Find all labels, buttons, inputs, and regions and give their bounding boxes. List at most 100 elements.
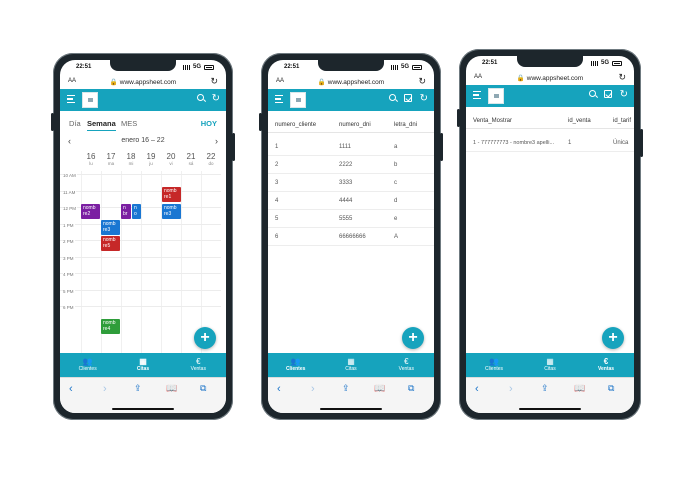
url-text[interactable]: 🔒 www.appsheet.com: [60, 78, 226, 86]
table-row[interactable]: 1 1111 a: [268, 139, 434, 156]
calendar-event[interactable]: nomb re2: [81, 204, 100, 219]
table-row[interactable]: 3 3333 c: [268, 175, 434, 192]
hour-label: 12 PM: [63, 206, 78, 211]
nav-ventas[interactable]: € Ventas: [578, 353, 634, 377]
select-check-icon[interactable]: [404, 94, 412, 105]
calendar-event[interactable]: nomb re3: [162, 204, 181, 219]
table-header: Venta_Mostrar id_venta id_tarif: [466, 113, 634, 129]
calendar-event[interactable]: no: [132, 204, 141, 219]
forward-icon[interactable]: ›: [509, 383, 513, 395]
share-icon[interactable]: ⇪: [342, 383, 350, 394]
phone-side-button: [457, 109, 460, 127]
nav-ventas[interactable]: € Ventas: [171, 353, 226, 377]
nav-clientes[interactable]: 👥 Clientes: [268, 353, 323, 377]
calendar-event[interactable]: nomb re5: [101, 236, 120, 251]
add-button[interactable]: +: [194, 327, 216, 349]
day-header[interactable]: 21 sá: [181, 152, 201, 170]
table-row[interactable]: 6 66666666 A: [268, 229, 434, 246]
tabs-icon[interactable]: ⧉: [408, 383, 414, 394]
browser-url-bar[interactable]: AA 🔒 www.appsheet.com ↻: [268, 75, 434, 89]
reload-icon[interactable]: ↻: [210, 76, 218, 87]
day-header[interactable]: 18 mi: [121, 152, 141, 170]
forward-icon[interactable]: ›: [311, 383, 315, 395]
app-logo: [82, 92, 98, 108]
hour-label: 4 PM: [63, 272, 75, 277]
nav-citas[interactable]: ▦ Citas: [522, 353, 578, 377]
forward-icon[interactable]: ›: [103, 383, 107, 395]
nav-clientes[interactable]: 👥 Clientes: [466, 353, 522, 377]
search-icon[interactable]: [589, 90, 596, 100]
phone-side-button: [640, 129, 643, 157]
bookmarks-icon[interactable]: 📖: [166, 383, 177, 394]
tab-mes[interactable]: MES: [121, 119, 137, 128]
phone-notch: [517, 56, 583, 67]
add-button[interactable]: +: [402, 327, 424, 349]
chevron-right-icon[interactable]: ›: [215, 136, 218, 146]
calendar-event[interactable]: nomb re3: [101, 220, 120, 235]
url-text[interactable]: 🔒 www.appsheet.com: [466, 74, 634, 82]
tabs-icon[interactable]: ⧉: [200, 383, 206, 394]
search-icon[interactable]: [389, 94, 396, 104]
chevron-left-icon[interactable]: ‹: [68, 136, 71, 146]
table-row[interactable]: 1 - 777777773 - nombre3 apelli... 1 Única: [466, 135, 634, 152]
tab-semana[interactable]: Semana: [87, 119, 116, 131]
column-header[interactable]: id_tarif: [613, 118, 631, 124]
bottom-nav: 👥 Clientes ▦ Citas € Ventas: [466, 353, 634, 377]
sync-icon[interactable]: ↻: [212, 94, 220, 104]
euro-icon: €: [404, 357, 409, 366]
network-label: 5G: [192, 64, 201, 70]
column-header[interactable]: Venta_Mostrar: [473, 118, 512, 124]
day-header[interactable]: 16 lu: [81, 152, 101, 170]
back-icon[interactable]: ‹: [69, 383, 73, 395]
add-button[interactable]: +: [602, 327, 624, 349]
back-icon[interactable]: ‹: [277, 383, 281, 395]
bookmarks-icon[interactable]: 📖: [574, 383, 585, 394]
nav-citas[interactable]: ▦ Citas: [115, 353, 170, 377]
app-logo: [290, 92, 306, 108]
calendar-icon: ▦: [139, 357, 147, 366]
week-time-grid[interactable]: 10 AM 11 AM 12 PM 1 PM 2 PM 3 PM 4 PM 5 …: [60, 171, 221, 353]
hamburger-menu-icon[interactable]: [67, 95, 75, 104]
hamburger-menu-icon[interactable]: [473, 91, 481, 100]
column-header[interactable]: letra_dni: [394, 122, 417, 128]
nav-clientes[interactable]: 👥 Clientes: [60, 353, 115, 377]
sync-icon[interactable]: ↻: [420, 94, 428, 104]
calendar-event[interactable]: n br: [121, 204, 131, 219]
column-header[interactable]: numero_cliente: [275, 122, 316, 128]
signal-icon: [590, 60, 598, 66]
back-icon[interactable]: ‹: [475, 383, 479, 395]
table-row[interactable]: 2 2222 b: [268, 157, 434, 174]
phone-notch: [318, 60, 384, 71]
calendar-range-nav: ‹ enero 16 – 22 ›: [60, 136, 226, 147]
table-row[interactable]: 5 5555 e: [268, 211, 434, 228]
column-header[interactable]: numero_dni: [339, 122, 371, 128]
reload-icon[interactable]: ↻: [618, 72, 626, 83]
browser-url-bar[interactable]: AA 🔒 www.appsheet.com ↻: [60, 75, 226, 89]
day-header[interactable]: 22 do: [201, 152, 221, 170]
url-text[interactable]: 🔒 www.appsheet.com: [268, 78, 434, 86]
calendar-event[interactable]: nomb re4: [101, 319, 120, 334]
sync-icon[interactable]: ↻: [620, 90, 628, 100]
today-button[interactable]: HOY: [201, 119, 217, 128]
tabs-icon[interactable]: ⧉: [608, 383, 614, 394]
search-icon[interactable]: [197, 94, 204, 104]
share-icon[interactable]: ⇪: [134, 383, 142, 394]
calendar-event[interactable]: nomb re1: [162, 187, 181, 202]
nav-citas[interactable]: ▦ Citas: [323, 353, 378, 377]
select-check-icon[interactable]: [604, 90, 612, 101]
nav-ventas[interactable]: € Ventas: [379, 353, 434, 377]
bookmarks-icon[interactable]: 📖: [374, 383, 385, 394]
day-header[interactable]: 17 ma: [101, 152, 121, 170]
share-icon[interactable]: ⇪: [541, 383, 549, 394]
table-row[interactable]: 4 4444 d: [268, 193, 434, 210]
column-header[interactable]: id_venta: [568, 118, 591, 124]
reload-icon[interactable]: ↻: [418, 76, 426, 87]
day-header[interactable]: 20 vi: [161, 152, 181, 170]
day-header[interactable]: 19 ju: [141, 152, 161, 170]
home-indicator: [112, 407, 174, 410]
hour-label: 10 AM: [63, 173, 77, 178]
tab-dia[interactable]: Día: [69, 119, 81, 128]
hour-label: 3 PM: [63, 255, 75, 261]
hamburger-menu-icon[interactable]: [275, 95, 283, 104]
browser-url-bar[interactable]: AA 🔒 www.appsheet.com ↻: [466, 71, 634, 85]
